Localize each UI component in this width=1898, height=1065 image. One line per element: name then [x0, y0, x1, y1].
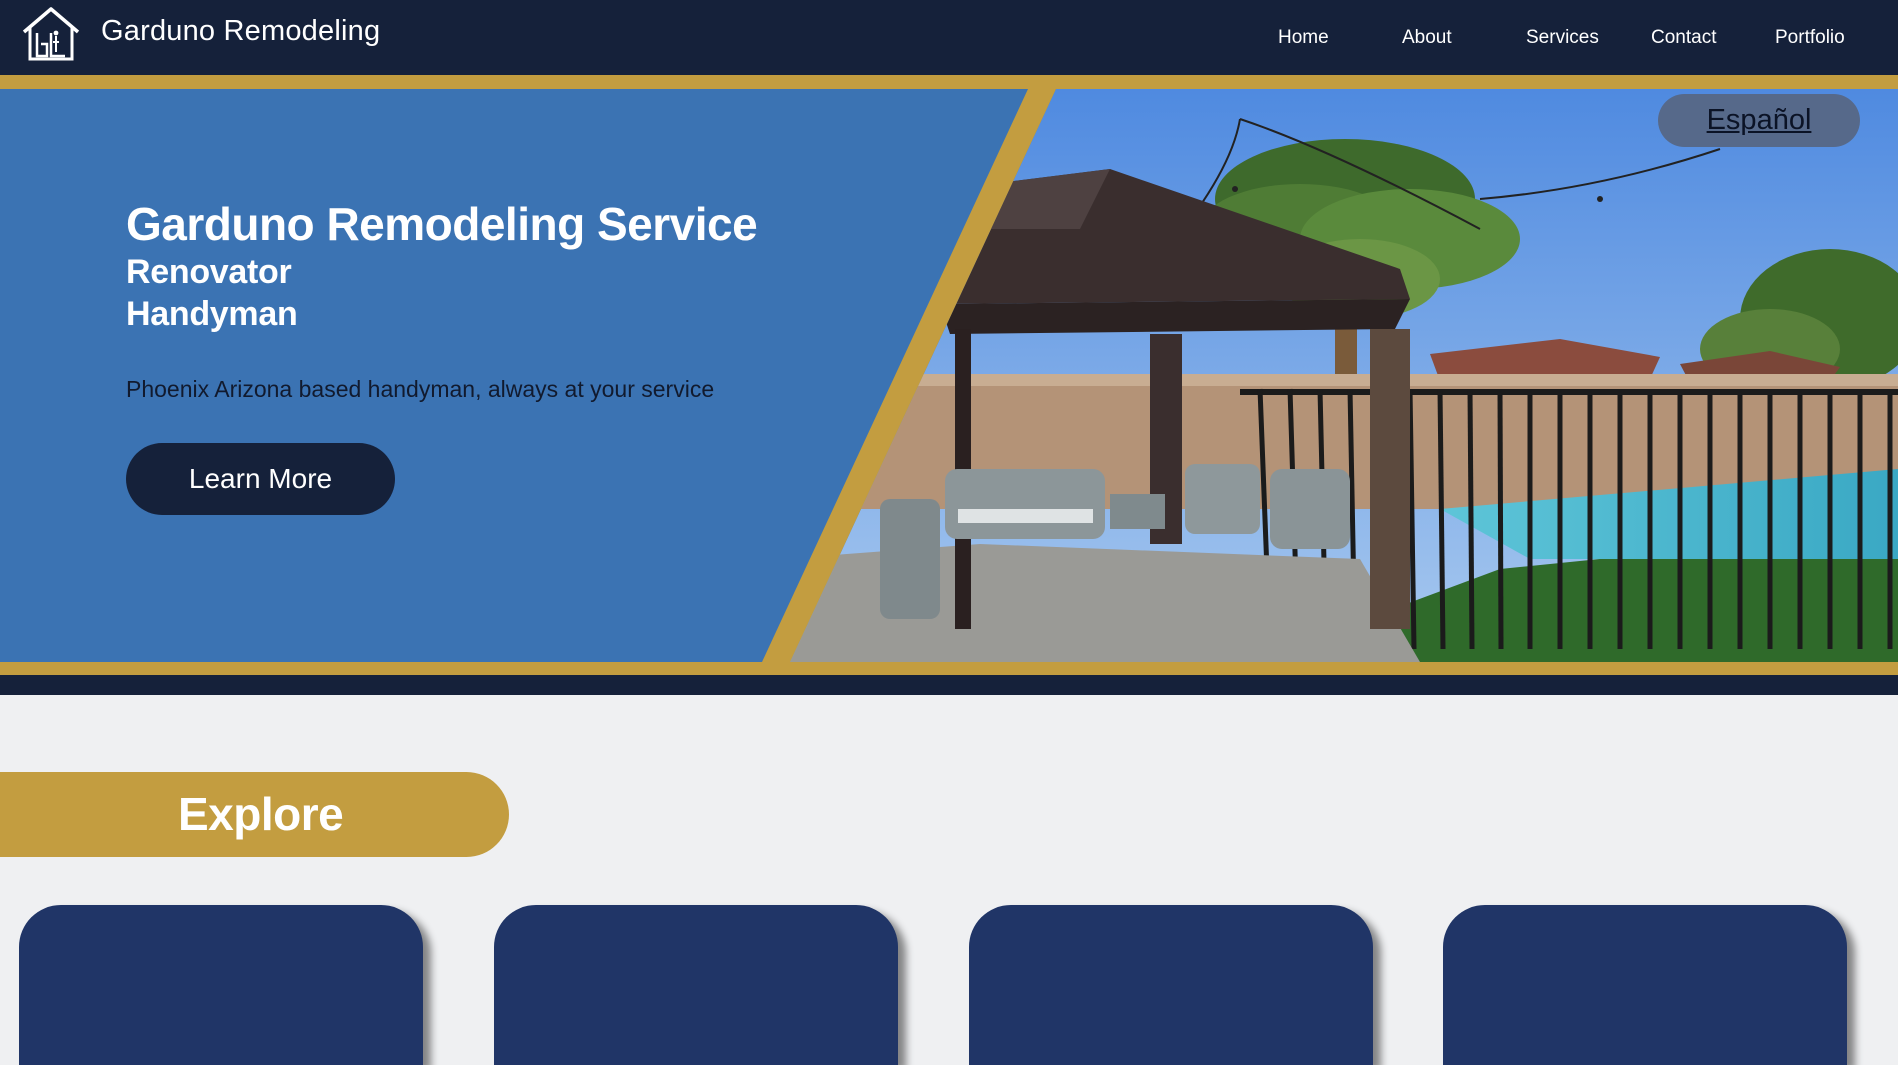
hero-bottom-navy-strip — [0, 675, 1898, 695]
explore-heading-pill: Explore — [0, 772, 509, 857]
language-toggle-button[interactable]: Español — [1658, 94, 1860, 147]
nav-services-link[interactable]: Services — [1526, 27, 1599, 49]
explore-card-4[interactable] — [1443, 905, 1847, 1065]
explore-card-3[interactable] — [969, 905, 1373, 1065]
top-navbar: Garduno Remodeling Home About Services C… — [0, 0, 1898, 75]
nav-portfolio-link[interactable]: Portfolio — [1775, 27, 1845, 49]
hero-subtitle-renovator: Renovator — [126, 253, 292, 291]
nav-contact-link[interactable]: Contact — [1651, 27, 1716, 49]
hero-top-gold-border — [0, 75, 1898, 89]
main-nav: Home About Services Contact Portfolio — [0, 27, 1898, 53]
explore-card-2[interactable] — [494, 905, 898, 1065]
hero-tagline: Phoenix Arizona based handyman, always a… — [126, 376, 715, 402]
hero-title: Garduno Remodeling Service — [126, 198, 758, 250]
learn-more-button[interactable]: Learn More — [126, 443, 395, 515]
nav-home-link[interactable]: Home — [1278, 27, 1329, 49]
hero-subtitle-handyman: Handyman — [126, 295, 298, 333]
hero-bottom-gold-border — [0, 662, 1898, 675]
explore-heading: Explore — [178, 788, 344, 840]
explore-card-1[interactable] — [19, 905, 423, 1065]
hero-section: Garduno Remodeling Service Renovator Han… — [0, 89, 1898, 662]
nav-about-link[interactable]: About — [1402, 27, 1452, 49]
